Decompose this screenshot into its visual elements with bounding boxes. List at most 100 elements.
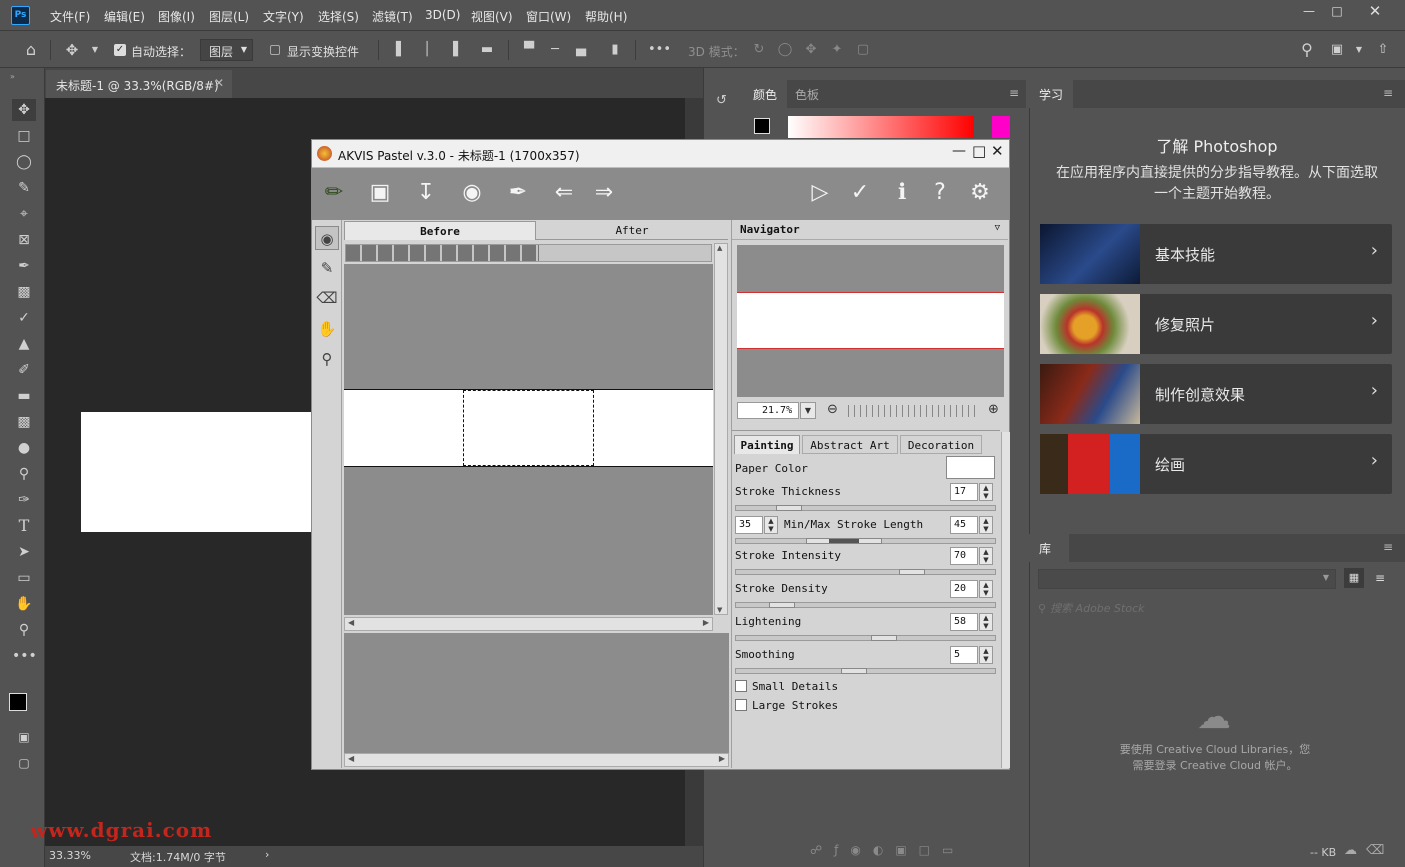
- learn-card-basic-skills[interactable]: 基本技能 ›: [1040, 224, 1392, 284]
- spinner-icon[interactable]: ▲ ▼: [979, 516, 993, 534]
- hand-icon[interactable]: ✋: [315, 317, 339, 341]
- eyedropper-tool-icon[interactable]: ✒: [12, 255, 36, 277]
- quick-select-tool-icon[interactable]: ✎: [12, 177, 36, 199]
- spinner-icon[interactable]: ▲ ▼: [979, 613, 993, 631]
- spinner-icon[interactable]: ▲ ▼: [979, 580, 993, 598]
- navigator-zoom-input[interactable]: 21.7%: [737, 402, 799, 419]
- tab-learn[interactable]: 学习: [1029, 80, 1073, 108]
- healing-brush-icon[interactable]: ▩: [12, 281, 36, 303]
- stroke-intensity-slider[interactable]: [735, 569, 996, 575]
- min-stroke-length-input[interactable]: 35: [735, 516, 763, 534]
- close-icon[interactable]: ✕: [991, 142, 1004, 160]
- tab-after[interactable]: After: [536, 221, 728, 240]
- menu-help[interactable]: 帮助(H): [585, 8, 627, 25]
- eraser-icon[interactable]: ⌫: [315, 286, 339, 310]
- home-icon[interactable]: ⌂: [22, 41, 40, 59]
- frame-tool-icon[interactable]: ⊠: [12, 229, 36, 251]
- list-view-icon[interactable]: ≡: [1370, 568, 1390, 588]
- pen-tool-icon[interactable]: ✑: [12, 489, 36, 511]
- more-tools-icon[interactable]: •••: [12, 645, 37, 667]
- maximize-icon[interactable]: □: [1323, 3, 1351, 19]
- panel-menu-icon[interactable]: ≡: [1009, 86, 1019, 100]
- library-select-dropdown[interactable]: ▼: [1038, 569, 1336, 589]
- menu-image[interactable]: 图像(I): [158, 8, 195, 25]
- settings-gear-icon[interactable]: ⚙: [964, 177, 996, 209]
- color-foreground-swatch[interactable]: [754, 118, 770, 134]
- tab-painting[interactable]: Painting: [734, 435, 800, 454]
- spinner-icon[interactable]: ▲ ▼: [979, 483, 993, 501]
- maximize-icon[interactable]: □: [972, 142, 986, 160]
- panel-menu-icon[interactable]: ≡: [1383, 86, 1393, 100]
- menu-type[interactable]: 文字(Y): [263, 8, 304, 25]
- align-hcenter-icon[interactable]: │: [418, 41, 436, 59]
- marquee-tool-icon[interactable]: □: [12, 125, 36, 147]
- auto-select-checkbox[interactable]: ✓: [114, 44, 126, 56]
- blur-tool-icon[interactable]: ●: [12, 437, 36, 459]
- slider-thumb[interactable]: [806, 538, 882, 544]
- slider-thumb[interactable]: [769, 602, 795, 608]
- learn-card-painting[interactable]: 绘画 ›: [1040, 434, 1392, 494]
- max-stroke-length-input[interactable]: 45: [950, 516, 978, 534]
- learn-card-creative-effects[interactable]: 制作创意效果 ›: [1040, 364, 1392, 424]
- 3d-roll-icon[interactable]: ◯: [776, 41, 794, 59]
- path-select-icon[interactable]: ➤: [12, 541, 36, 563]
- chevron-down-icon[interactable]: ▼: [1350, 41, 1368, 59]
- type-tool-icon[interactable]: T: [12, 515, 36, 537]
- rectangle-tool-icon[interactable]: ▭: [12, 567, 36, 589]
- info-icon[interactable]: ℹ: [886, 177, 918, 209]
- menu-view[interactable]: 视图(V): [471, 8, 513, 25]
- move-tool-icon[interactable]: ✥: [63, 41, 81, 59]
- zoom-out-icon[interactable]: ⊖: [827, 402, 838, 417]
- 3d-slide-icon[interactable]: ✦: [828, 41, 846, 59]
- slider-thumb[interactable]: [841, 668, 867, 674]
- spinner-icon[interactable]: ▲ ▼: [764, 516, 778, 534]
- menu-edit[interactable]: 编辑(E): [104, 8, 145, 25]
- align-vcenter-icon[interactable]: ─: [546, 41, 564, 59]
- brush-tool-icon[interactable]: ✓: [12, 307, 36, 329]
- view-hscroll[interactable]: ◀ ▶: [344, 617, 713, 631]
- publish-icon[interactable]: ◉: [456, 177, 488, 209]
- zoom-tool-icon[interactable]: ⚲: [12, 619, 36, 641]
- 3d-orbit-icon[interactable]: ↻: [750, 41, 768, 59]
- close-tab-icon[interactable]: ✕: [214, 76, 224, 90]
- history-brush-icon[interactable]: ✐: [12, 359, 36, 381]
- menu-filter[interactable]: 滤镜(T): [372, 8, 413, 25]
- zoom-icon[interactable]: ⚲: [315, 347, 339, 371]
- save-image-icon[interactable]: ↧: [410, 177, 442, 209]
- lightening-input[interactable]: 58: [950, 613, 978, 631]
- stroke-density-input[interactable]: 20: [950, 580, 978, 598]
- history-panel-icon[interactable]: ↺: [716, 93, 734, 111]
- menu-select[interactable]: 选择(S): [318, 8, 359, 25]
- stroke-thickness-input[interactable]: 17: [950, 483, 978, 501]
- minimize-icon[interactable]: —: [952, 143, 966, 159]
- align-top-icon[interactable]: ▀: [520, 41, 538, 59]
- tab-before[interactable]: Before: [344, 221, 536, 240]
- redo-arrow-icon[interactable]: ⇒: [588, 177, 620, 209]
- chevron-right-icon[interactable]: ›: [265, 848, 269, 861]
- slider-thumb[interactable]: [776, 505, 802, 511]
- cloud-sync-icon[interactable]: ☁: [1344, 843, 1357, 858]
- trash-icon[interactable]: ⌫: [1366, 843, 1384, 858]
- menu-layer[interactable]: 图层(L): [209, 8, 249, 25]
- foreground-color-swatch[interactable]: [9, 693, 27, 711]
- grid-view-icon[interactable]: ▦: [1344, 568, 1364, 588]
- dodge-tool-icon[interactable]: ⚲: [12, 463, 36, 485]
- stroke-length-range-slider[interactable]: [735, 538, 996, 544]
- gradient-tool-icon[interactable]: ▩: [12, 411, 36, 433]
- quick-mask-icon[interactable]: ▣: [12, 726, 36, 748]
- menu-file[interactable]: 文件(F): [50, 8, 90, 25]
- search-icon[interactable]: ⚲: [1298, 41, 1316, 59]
- move-tool-icon[interactable]: ✥: [12, 99, 36, 121]
- run-icon[interactable]: ▷: [804, 177, 836, 209]
- batch-icon[interactable]: ✒: [502, 177, 534, 209]
- preview-window-frame[interactable]: [463, 390, 594, 466]
- 3d-pan-icon[interactable]: ✥: [802, 41, 820, 59]
- stamp-tool-icon[interactable]: ▲: [12, 333, 36, 355]
- spinner-icon[interactable]: ▲ ▼: [979, 646, 993, 664]
- chevron-down-icon[interactable]: ▼: [86, 41, 104, 59]
- tab-color[interactable]: 颜色: [743, 80, 787, 108]
- stroke-intensity-input[interactable]: 70: [950, 547, 978, 565]
- chevron-down-icon[interactable]: ▼: [800, 402, 816, 419]
- screen-mode-icon[interactable]: ▢: [12, 752, 36, 774]
- learn-card-fix-photo[interactable]: 修复照片 ›: [1040, 294, 1392, 354]
